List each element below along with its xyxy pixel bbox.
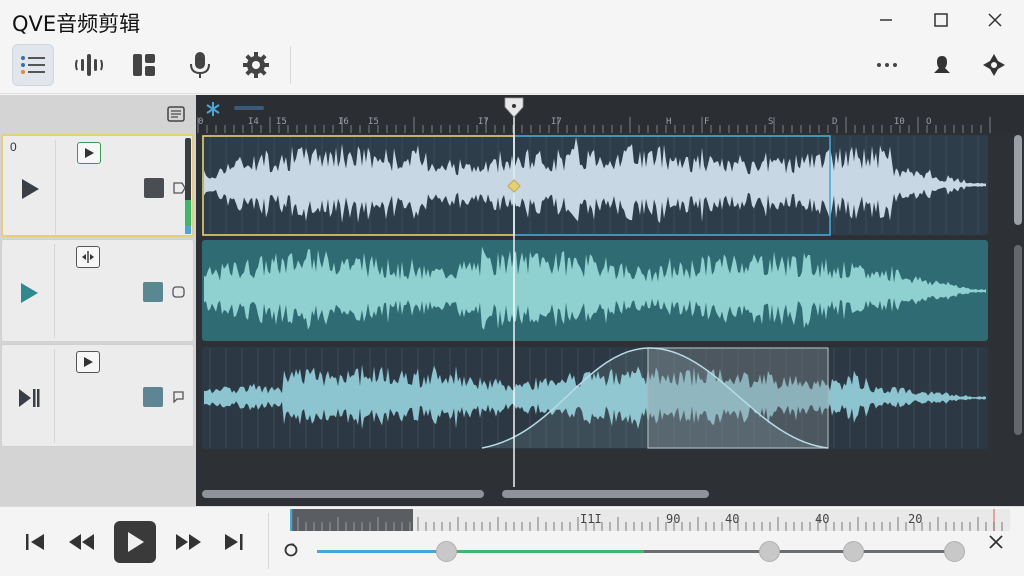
progress-knob-1[interactable] [436,541,457,562]
list-icon [21,56,45,74]
more-button[interactable] [866,44,908,86]
track-2-split-button[interactable] [76,246,100,268]
progress-knob-2[interactable] [759,541,780,562]
track-2-color-swatch[interactable] [143,282,163,302]
rewind-button[interactable] [63,524,99,560]
overview-label: I1I [580,512,602,526]
layout-icon [133,54,155,76]
play-icon [128,532,144,552]
user-button[interactable] [921,44,963,86]
app-title: QVE音频剪辑 [12,12,141,36]
progress-knob-3[interactable] [843,541,864,562]
minimize-icon [880,19,892,21]
track-headers-panel: 0 [0,95,196,506]
layout-button[interactable] [123,44,165,86]
track-list-icon[interactable] [166,104,186,124]
skip-start-icon [26,534,44,550]
title-bar: QVE音频剪辑 [0,0,1024,40]
microphone-icon [190,52,210,78]
progress-selected[interactable] [447,550,644,553]
list-view-button[interactable] [12,44,54,86]
fast-forward-button[interactable] [171,524,207,560]
track-3-preview-button[interactable] [76,351,100,373]
vertical-scrollbar-track[interactable] [1014,245,1022,435]
track-3-tag-icon[interactable] [172,391,185,403]
progress-knob-4[interactable] [944,541,965,562]
toolbar-separator [290,46,291,84]
close-icon [989,535,1003,549]
track-3-play-pause-button[interactable] [12,381,46,415]
track-header-divider [54,349,55,443]
track-header-divider [54,244,55,338]
playhead-dot [512,104,516,108]
minimize-button[interactable] [871,6,901,34]
overview-label: 20 [908,512,923,526]
track-header-3[interactable] [1,344,194,447]
track-header-divider [55,140,56,234]
play-icon [21,283,38,303]
play-icon [85,148,94,158]
transport-separator [268,513,269,569]
track-headers-top [0,95,196,133]
track-1-level-meter [185,138,191,234]
maximize-icon [934,13,948,27]
track-header-2[interactable] [1,239,194,342]
skip-to-end-button[interactable] [216,524,252,560]
track-1-preview-button[interactable] [77,142,101,164]
overview-label: 40 [725,512,740,526]
loop-icon[interactable] [283,542,299,558]
skip-end-icon [225,534,243,550]
track-3-color-swatch[interactable] [143,387,163,407]
horizontal-scrollbar-1[interactable] [202,490,484,498]
effects-button[interactable] [973,44,1015,86]
track-1-color-swatch[interactable] [144,178,164,198]
record-button[interactable] [179,44,221,86]
play-icon [22,179,39,199]
close-button[interactable] [980,6,1010,34]
track-2-tag-icon[interactable] [172,286,185,298]
track-index-label: 0 [10,140,17,154]
settings-button[interactable] [235,44,277,86]
toolbar [0,40,1024,94]
vertical-scrollbar[interactable] [1014,135,1022,225]
play-button[interactable] [114,521,156,563]
progress-remaining[interactable] [644,550,955,553]
more-icon [877,63,897,67]
user-icon [934,56,950,73]
fast-forward-icon [176,534,201,550]
play-icon [84,357,93,367]
waveform-canvas[interactable] [196,95,1024,506]
track-header-1[interactable]: 0 [1,134,194,237]
transport-bar: I1I 90 40 40 20 [0,506,1024,576]
maximize-button[interactable] [926,6,956,34]
overview-ruler[interactable]: I1I 90 40 40 20 [289,509,1010,531]
skip-to-start-button[interactable] [17,524,53,560]
close-icon [988,13,1002,27]
overview-label: 40 [815,512,830,526]
close-panel-button[interactable] [978,524,1014,560]
progress-played[interactable] [317,550,447,553]
waveform-icon [75,54,103,76]
overview-ruler-ticks [289,509,1010,531]
gear-icon [243,52,269,78]
rewind-icon [69,534,94,550]
track-2-play-button[interactable] [12,276,46,310]
overview-label: 90 [666,512,681,526]
sparkle-icon [983,54,1005,76]
play-pause-icon [19,389,40,407]
split-icon [82,251,94,263]
timeline-area[interactable]: 0 I4 I5 I6 I5 I7 I7 H F S D I0 O [196,95,1024,506]
horizontal-scrollbar-2[interactable] [502,490,709,498]
waveform-button[interactable] [68,44,110,86]
track-1-play-button[interactable] [13,172,47,206]
